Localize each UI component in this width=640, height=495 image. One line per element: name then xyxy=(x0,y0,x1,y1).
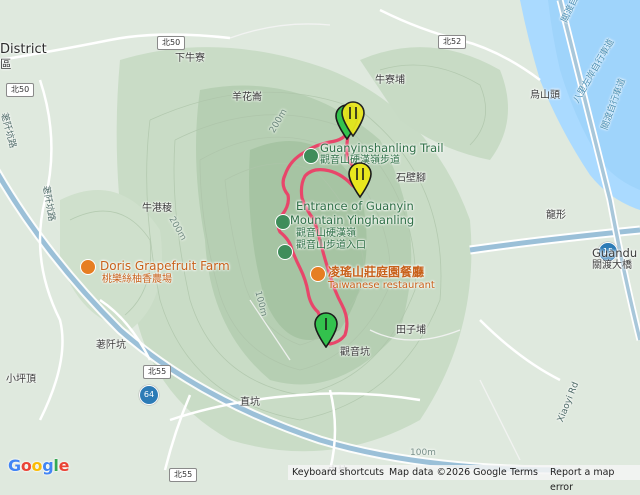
waypoint-pin-icon[interactable] xyxy=(339,101,367,137)
google-logo[interactable]: Google xyxy=(8,456,69,475)
place-label: 牛港稜 xyxy=(142,203,172,214)
restaurant-name-cn[interactable]: 凌瑤山莊庭園餐廳 xyxy=(328,265,424,279)
place-label: 荖阡坑 xyxy=(96,340,126,351)
entrance-name-cn[interactable]: 觀音山硬漢嶺 xyxy=(296,228,356,240)
farm-name[interactable]: Doris Grapefruit Farm xyxy=(100,259,230,273)
entrance-name-cn[interactable]: 觀音山步道入口 xyxy=(296,240,366,252)
entrance-name[interactable]: Mountain Yinghanling xyxy=(290,213,414,228)
highway-64-icon: 64 xyxy=(139,385,159,405)
entrance-poi-icon[interactable] xyxy=(277,244,293,260)
trail-poi-icon[interactable] xyxy=(303,148,319,164)
place-label: District xyxy=(0,42,47,57)
keyboard-shortcuts-link[interactable]: Keyboard shortcuts xyxy=(292,465,384,480)
bridge-label: Guandu Bric xyxy=(592,246,640,260)
entrance-name[interactable]: Entrance of Guanyin xyxy=(296,199,414,214)
place-label: 下牛寮 xyxy=(175,53,205,64)
road-shield-north50: 北50 xyxy=(6,83,35,97)
place-label: 田子埔 xyxy=(396,325,426,336)
place-label: 羊花崙 xyxy=(232,92,262,103)
report-error-link[interactable]: Report a map error xyxy=(550,465,640,493)
map-data-text: Map data ©2026 Google xyxy=(389,467,507,478)
place-label: 區 xyxy=(0,57,12,71)
google-logo-text: Google xyxy=(8,456,70,475)
place-label: 小坪頂 xyxy=(6,374,36,385)
entrance-poi-icon[interactable] xyxy=(275,214,291,230)
end-pin-icon[interactable] xyxy=(312,312,340,348)
place-label: 直坑 xyxy=(240,397,260,408)
road-shield-north52: 北52 xyxy=(438,35,467,49)
contour-label: 100m xyxy=(410,448,436,458)
road-shield-north55: 北55 xyxy=(143,365,172,379)
place-label: 石壁腳 xyxy=(396,173,426,184)
restaurant-category[interactable]: Taiwanese restaurant xyxy=(328,280,435,292)
place-label: 牛寮埔 xyxy=(375,75,405,86)
trail-name[interactable]: Guanyinshanling Trail xyxy=(320,141,444,156)
place-label: 龍形 xyxy=(546,210,566,221)
waypoint-pin-icon[interactable] xyxy=(346,162,374,198)
place-label: 烏山頭 xyxy=(530,90,560,101)
farm-name-cn[interactable]: 桃樂絲柚香農場 xyxy=(102,274,172,286)
terms-link[interactable]: Terms xyxy=(510,465,538,480)
place-label: 觀音坑 xyxy=(340,347,370,358)
bridge-label: 關渡大橋 xyxy=(592,260,632,271)
restaurant-icon[interactable] xyxy=(310,266,326,282)
road-shield-north50: 北50 xyxy=(157,36,186,50)
farm-icon[interactable] xyxy=(80,259,96,275)
